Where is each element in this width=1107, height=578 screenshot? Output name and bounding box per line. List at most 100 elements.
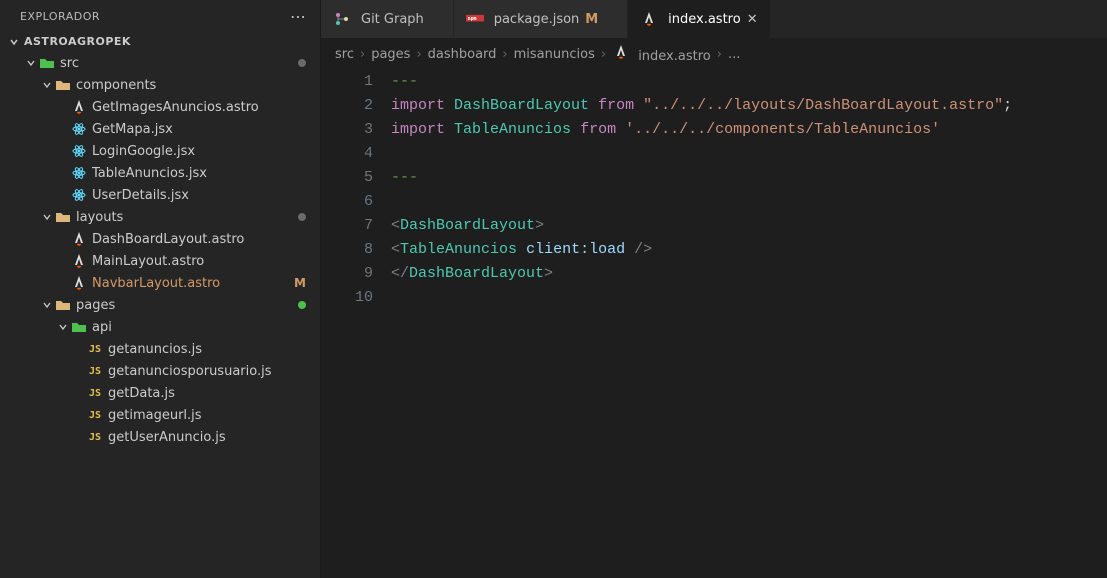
js-file-icon: JS — [86, 410, 104, 421]
file-row[interactable]: LoginGoogle.jsx — [0, 140, 320, 162]
file-label: getanunciosporusuario.js — [108, 364, 320, 379]
npm-icon: npm — [466, 14, 484, 24]
react-file-icon — [70, 165, 88, 181]
code-line — [391, 190, 1097, 214]
project-root-row[interactable]: ASTROAGROPEK — [0, 31, 320, 52]
file-row[interactable]: TableAnuncios.jsx — [0, 162, 320, 184]
editor-tab[interactable]: Git Graph✕ — [321, 0, 454, 38]
line-number: 10 — [321, 286, 373, 310]
explorer-sidebar: EXPLORADOR ⋯ ASTROAGROPEK src components G… — [0, 0, 320, 578]
file-label: getanuncios.js — [108, 342, 320, 357]
breadcrumb-item[interactable]: ... — [728, 47, 740, 62]
js-file-icon: JS — [86, 432, 104, 443]
status-dot — [298, 59, 306, 67]
file-label: src — [60, 56, 298, 71]
breadcrumb-label: index.astro — [638, 49, 711, 64]
breadcrumb: src › pages › dashboard › misanuncios › index.a… — [321, 38, 1107, 70]
file-row[interactable]: NavbarLayout.astroM — [0, 272, 320, 294]
line-number: 5 — [321, 166, 373, 190]
file-row[interactable]: MainLayout.astro — [0, 250, 320, 272]
editor-tab[interactable]: npmpackage.jsonM✕ — [454, 0, 628, 38]
file-label: TableAnuncios.jsx — [92, 166, 320, 181]
folder-row[interactable]: api — [0, 316, 320, 338]
breadcrumb-item[interactable]: dashboard — [428, 47, 497, 62]
file-label: getimageurl.js — [108, 408, 320, 423]
line-number: 6 — [321, 190, 373, 214]
file-row[interactable]: JS getimageurl.js — [0, 404, 320, 426]
file-row[interactable]: GetMapa.jsx — [0, 118, 320, 140]
breadcrumb-item[interactable]: misanuncios — [514, 47, 595, 62]
file-label: components — [76, 78, 320, 93]
js-file-icon: JS — [86, 388, 104, 399]
project-name: ASTROAGROPEK — [24, 35, 131, 48]
line-number: 8 — [321, 238, 373, 262]
file-row[interactable]: JS getanunciosporusuario.js — [0, 360, 320, 382]
folder-row[interactable]: src — [0, 52, 320, 74]
code-line: import TableAnuncios from '../../../comp… — [391, 118, 1097, 142]
chevron-down-icon — [24, 57, 38, 69]
folder-icon — [54, 298, 72, 312]
chevron-down-icon — [40, 299, 54, 311]
folder-row[interactable]: components — [0, 74, 320, 96]
file-row[interactable]: GetImagesAnuncios.astro — [0, 96, 320, 118]
file-row[interactable]: JSgetUserAnuncio.js — [0, 426, 320, 448]
code-line: </DashBoardLayout> — [391, 262, 1097, 286]
breadcrumb-separator: › — [601, 47, 606, 62]
file-label: GetMapa.jsx — [92, 122, 320, 137]
chevron-down-icon — [40, 79, 54, 91]
code-editor[interactable]: 12345678910 ---import DashBoardLayout fr… — [321, 70, 1107, 578]
file-label: UserDetails.jsx — [92, 188, 320, 203]
astro-file-icon — [612, 44, 630, 60]
breadcrumb-separator: › — [416, 47, 421, 62]
breadcrumb-label: ... — [728, 47, 740, 62]
astro-file-icon — [70, 231, 88, 247]
breadcrumb-label: misanuncios — [514, 47, 595, 62]
code-content: ---import DashBoardLayout from "../../..… — [391, 70, 1107, 578]
code-line: import DashBoardLayout from "../../../la… — [391, 94, 1097, 118]
explorer-title: EXPLORADOR — [20, 10, 100, 23]
breadcrumb-label: src — [335, 47, 354, 62]
react-file-icon — [70, 187, 88, 203]
code-line — [391, 142, 1097, 166]
code-line — [391, 286, 1097, 310]
file-label: MainLayout.astro — [92, 254, 320, 269]
astro-file-icon — [70, 253, 88, 269]
tab-bar: Git Graph✕npmpackage.jsonM✕ index.astro ✕ — [321, 0, 1107, 38]
tab-label: index.astro — [668, 12, 741, 27]
file-label: getData.js — [108, 386, 320, 401]
breadcrumb-item[interactable]: index.astro — [612, 44, 711, 64]
git-graph-icon — [333, 11, 351, 27]
line-number: 9 — [321, 262, 373, 286]
status-dot — [298, 213, 306, 221]
folder-icon — [54, 210, 72, 224]
breadcrumb-separator: › — [717, 47, 722, 62]
editor-tab[interactable]: index.astro ✕ — [628, 0, 770, 38]
file-tree: src components GetImagesAnuncios.astro GetM… — [0, 52, 320, 578]
editor-area: Git Graph✕npmpackage.jsonM✕index.astro✕ … — [320, 0, 1107, 578]
tab-label: Git Graph — [361, 12, 424, 27]
folder-icon — [38, 56, 56, 70]
file-row[interactable]: UserDetails.jsx — [0, 184, 320, 206]
file-label: GetImagesAnuncios.astro — [92, 100, 320, 115]
git-modified-badge: M — [294, 276, 306, 290]
folder-row[interactable]: pages — [0, 294, 320, 316]
breadcrumb-label: dashboard — [428, 47, 497, 62]
breadcrumb-item[interactable]: src — [335, 47, 354, 62]
js-file-icon: JS — [86, 344, 104, 355]
line-number: 4 — [321, 142, 373, 166]
explorer-more-icon[interactable]: ⋯ — [290, 12, 306, 22]
file-row[interactable]: JS getanuncios.js — [0, 338, 320, 360]
file-row[interactable]: JS getData.js — [0, 382, 320, 404]
chevron-down-icon — [8, 36, 24, 48]
close-icon[interactable]: ✕ — [747, 12, 758, 27]
code-line: <TableAnuncios client:load /> — [391, 238, 1097, 262]
folder-row[interactable]: layouts — [0, 206, 320, 228]
line-number: 7 — [321, 214, 373, 238]
code-line: --- — [391, 70, 1097, 94]
breadcrumb-separator: › — [360, 47, 365, 62]
file-row[interactable]: DashBoardLayout.astro — [0, 228, 320, 250]
svg-text:npm: npm — [467, 16, 476, 22]
js-file-icon: JS — [86, 366, 104, 377]
breadcrumb-item[interactable]: pages — [371, 47, 410, 62]
gitgraph-icon — [333, 11, 355, 27]
